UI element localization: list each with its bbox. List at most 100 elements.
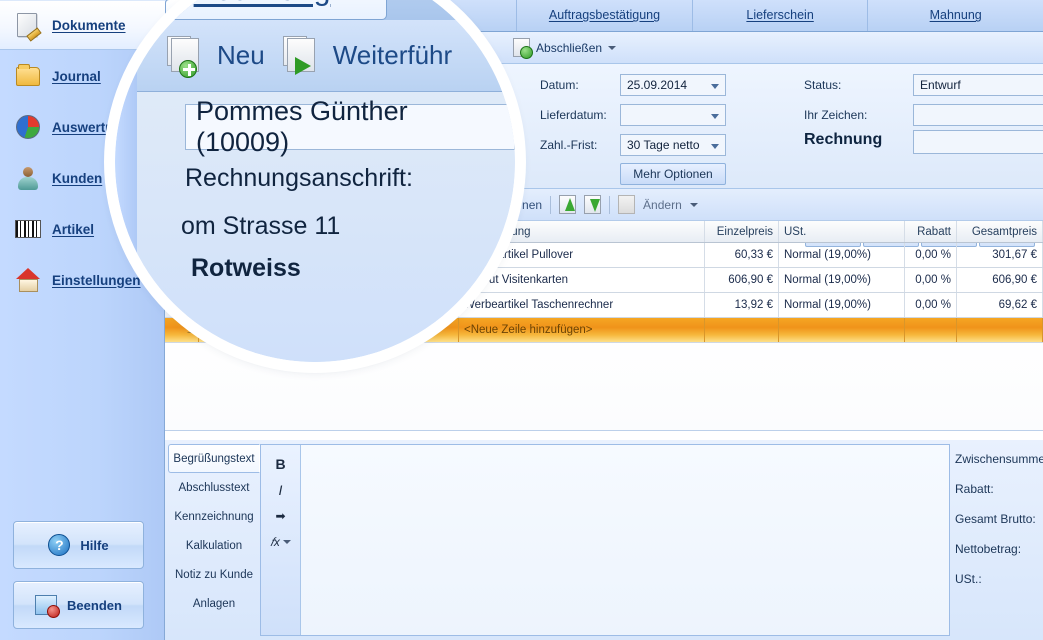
magnifier-ribbon: Neu Weiterführ <box>137 20 515 92</box>
magnifier-body: Pommes Günther (10009) Rechnungsanschrif… <box>137 92 515 362</box>
toolbar-separator <box>609 195 611 214</box>
cell-einzelpreis: 60,33 € <box>705 243 779 267</box>
edit-icon[interactable] <box>618 195 636 214</box>
tab-lieferschein[interactable]: Lieferschein <box>693 0 869 31</box>
text-editor: B I ➡ 𝑓x <box>260 444 950 636</box>
mehr-optionen-button[interactable]: Mehr Optionen <box>620 163 726 185</box>
lieferdatum-input[interactable] <box>620 104 726 126</box>
totals-row-rabatt: Rabatt: 0,00% 0,00 € <box>955 474 1043 504</box>
zahlfrist-input[interactable]: 30 Tage netto <box>620 134 726 156</box>
bottom-tab-label: Begrüßungstext <box>173 452 255 465</box>
cell-ust <box>779 318 905 342</box>
ihr-zeichen-input[interactable] <box>913 104 1043 126</box>
document-number-input[interactable]: 808 <box>913 130 1043 154</box>
exit-icon <box>35 595 61 618</box>
move-down-icon[interactable] <box>584 195 602 214</box>
tab-abschlusstext[interactable]: Abschlusstext <box>168 473 260 502</box>
help-button[interactable]: ? Hilfe <box>13 521 144 569</box>
chevron-down-icon[interactable] <box>282 540 291 544</box>
totals-panel: Zwischensumme: 978,19 € Rabatt: 0,00% 0,… <box>955 444 1043 594</box>
italic-icon: I <box>278 482 283 498</box>
cell-einzelpreis: 13,92 € <box>705 293 779 317</box>
tab-label: Auftragsbestätigung <box>548 8 661 22</box>
tab-notiz-zu-kunde[interactable]: Notiz zu Kunde <box>168 560 260 589</box>
continue-document-icon <box>282 35 323 76</box>
sidebar-item-label: Artikel <box>52 221 95 237</box>
tab-insert-button[interactable]: ➡ <box>261 503 300 529</box>
aendern-button[interactable]: Ändern <box>643 198 682 212</box>
cell-rabatt <box>905 318 957 342</box>
mehr-optionen-label: Mehr Optionen <box>633 167 713 181</box>
exit-button-label: Beenden <box>67 597 122 613</box>
house-gear-icon <box>14 266 42 294</box>
totals-row-netto: Nettobetrag: 822,01 € <box>955 534 1043 564</box>
magnified-neu-button[interactable]: Neu <box>167 35 265 78</box>
document-icon <box>14 11 42 39</box>
abschliessen-button[interactable]: Abschließen <box>507 36 622 59</box>
tab-kalkulation[interactable]: Kalkulation <box>168 531 260 560</box>
cell-einzelpreis <box>705 318 779 342</box>
abschliessen-icon <box>513 38 534 59</box>
totals-row-zwischensumme: Zwischensumme: 978,19 € <box>955 444 1043 474</box>
magnified-tab-rechnung[interactable]: Rechnung <box>137 0 387 20</box>
help-icon: ? <box>48 534 71 556</box>
datum-input[interactable]: 25.09.2014 <box>620 74 726 96</box>
header-einzelpreis[interactable]: Einzelpreis <box>705 221 779 242</box>
totals-row-brutto: Gesamt Brutto: 978,19 € <box>955 504 1043 534</box>
tab-begruessungstext[interactable]: Begrüßungstext <box>168 444 260 473</box>
totals-row-ust: USt.: 156,18 € <box>955 564 1043 594</box>
lieferdatum-label: Lieferdatum: <box>540 108 607 122</box>
tab-anlagen[interactable]: Anlagen <box>168 589 260 618</box>
magnified-tab-label: Rechnung <box>194 0 331 8</box>
editor-canvas[interactable] <box>301 445 949 635</box>
bottom-panel: Begrüßungstext Abschlusstext Kennzeichnu… <box>165 440 1043 640</box>
cell-rabatt: 0,00 % <box>905 243 957 267</box>
datum-label: Datum: <box>540 78 579 92</box>
header-rabatt[interactable]: Rabatt <box>905 221 957 242</box>
cell-gesamtpreis: 606,90 € <box>957 268 1043 292</box>
zahlfrist-label: Zahl.-Frist: <box>540 138 598 152</box>
tab-auftragsbestaetigung[interactable]: Auftragsbestätigung <box>517 0 693 31</box>
zahlfrist-value: 30 Tage netto <box>627 138 700 152</box>
zwischensumme-label: Zwischensumme: <box>955 452 1043 466</box>
bold-icon: B <box>275 456 286 472</box>
header-gesamtpreis[interactable]: Gesamtpreis <box>957 221 1043 242</box>
bold-button[interactable]: B <box>261 451 300 477</box>
status-label: Status: <box>804 78 842 92</box>
bottom-tabs: Begrüßungstext Abschlusstext Kennzeichnu… <box>168 444 260 618</box>
move-up-icon[interactable] <box>559 195 577 214</box>
italic-button[interactable]: I <box>261 477 300 503</box>
magnified-address-line1: om Strasse 11 <box>181 212 341 240</box>
magnified-customer-value: Pommes Günther (10009) <box>196 96 408 157</box>
magnified-customer-input[interactable]: Pommes Günther (10009) <box>185 96 515 157</box>
tab-kennzeichnung[interactable]: Kennzeichnung <box>168 502 260 531</box>
exit-button[interactable]: Beenden <box>13 581 144 629</box>
bottom-tab-label: Abschlusstext <box>178 481 250 494</box>
tab-mahnung[interactable]: Mahnung <box>868 0 1043 31</box>
magnifier-overlay: Rechnung Neu Weiterführ Pommes Günther (… <box>115 0 515 362</box>
bottom-tab-label: Kalkulation <box>185 539 243 552</box>
cell-rabatt: 0,00 % <box>905 268 957 292</box>
magnified-anschrift-label: Rechnungsanschrift: <box>185 164 413 192</box>
editor-toolbar: B I ➡ 𝑓x <box>261 445 301 635</box>
cell-rabatt: 0,00 % <box>905 293 957 317</box>
chevron-down-icon[interactable] <box>608 45 617 50</box>
cell-ust: Normal (19,00%) <box>779 293 905 317</box>
abschliessen-label: Abschließen <box>536 40 603 55</box>
magnified-weiterfuehren-button[interactable]: Weiterführ <box>282 35 452 76</box>
status-value: Entwurf <box>920 78 961 92</box>
document-type-title: Rechnung <box>804 131 883 148</box>
tab-arrow-icon: ➡ <box>275 509 286 523</box>
header-ust[interactable]: USt. <box>779 221 905 242</box>
magnifier-sidebar-strip <box>115 20 137 362</box>
help-button-label: Hilfe <box>80 537 109 553</box>
bottom-tab-label: Anlagen <box>192 597 236 610</box>
magnifier-content: Rechnung Neu Weiterführ Pommes Günther (… <box>115 0 515 362</box>
tab-label: Mahnung <box>929 8 982 22</box>
chevron-down-icon[interactable] <box>689 202 698 207</box>
function-button[interactable]: 𝑓x <box>261 529 300 555</box>
datum-value: 25.09.2014 <box>627 78 688 92</box>
cell-gesamtpreis: 69,62 € <box>957 293 1043 317</box>
status-select[interactable]: Entwurf <box>913 74 1043 96</box>
cell-einzelpreis: 606,90 € <box>705 268 779 292</box>
